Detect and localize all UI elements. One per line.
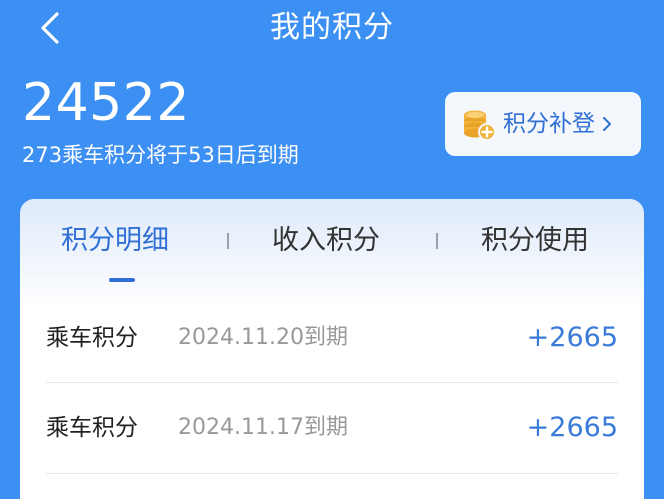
tab-separator <box>227 233 229 249</box>
list-item[interactable]: 乘车积分 2024.11.17到期 +2665 <box>46 383 618 473</box>
tab-points-income[interactable]: 收入积分 <box>272 223 380 259</box>
points-detail-card: 积分明细 收入积分 积分使用 乘车积分 2024.11.20到期 +2665 乘… <box>20 199 644 499</box>
expire-note: 273乘车积分将于53日后到期 <box>22 143 299 167</box>
list-divider <box>46 473 618 474</box>
record-points: +2665 <box>526 322 618 353</box>
tab-points-usage[interactable]: 积分使用 <box>481 223 589 259</box>
chevron-right-icon <box>603 117 611 131</box>
record-points: +2665 <box>526 412 618 443</box>
points-supplement-label: 积分补登 <box>503 111 595 137</box>
record-title: 乘车积分 <box>46 415 138 441</box>
header-bar: 我的积分 <box>0 0 664 58</box>
coins-icon <box>464 110 496 141</box>
list-item[interactable]: 乘车积分 2024.11.20到期 +2665 <box>46 293 618 383</box>
record-title: 乘车积分 <box>46 325 138 351</box>
record-expire-date: 2024.11.20到期 <box>178 325 348 350</box>
record-expire-date: 2024.11.17到期 <box>178 415 348 440</box>
points-total: 24522 <box>22 73 190 133</box>
tab-points-detail[interactable]: 积分明细 <box>61 223 169 259</box>
tab-separator <box>436 233 438 249</box>
page-title: 我的积分 <box>270 10 394 45</box>
points-supplement-button[interactable]: 积分补登 <box>445 92 641 156</box>
active-tab-indicator <box>109 278 135 282</box>
